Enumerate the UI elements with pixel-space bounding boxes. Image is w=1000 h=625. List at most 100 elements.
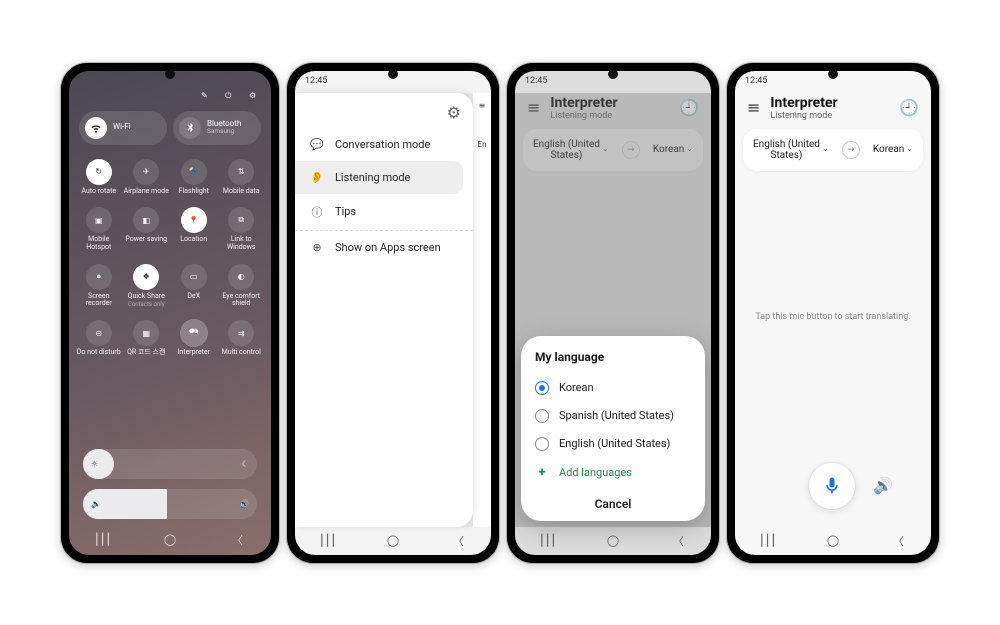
back-button[interactable]: 〈	[889, 533, 907, 549]
qs-tile-label: Flashlight	[179, 188, 209, 196]
qs-tile-power-saving[interactable]: ◧Power saving	[123, 203, 171, 255]
drawer-item-label: Tips	[335, 205, 356, 218]
edge-lang-label: En	[478, 140, 487, 149]
camera-notch	[608, 69, 618, 79]
side-drawer: ⚙ 💬Conversation mode👂Listening mode ⓘ Tips…	[295, 93, 473, 527]
language-bottom-sheet: My language KoreanSpanish (United States…	[521, 336, 705, 521]
interpreter-icon: 🗪	[181, 320, 207, 346]
drawer-item-icon: ⓘ	[309, 204, 325, 220]
drawer-item[interactable]: ⓘ Tips	[295, 194, 473, 231]
qs-tile-label: Mobile data	[223, 188, 260, 196]
recents-button[interactable]: ⎮⎮⎮	[94, 533, 112, 546]
wifi-pill[interactable]: Wi-Fi	[79, 111, 167, 145]
speaker-icon[interactable]: 🔊	[873, 476, 893, 495]
qs-tile-label: Multi control	[222, 349, 261, 357]
qs-tile-link-windows[interactable]: ⧉Link to Windows	[218, 203, 266, 255]
chevron-down-icon: ⌄	[822, 145, 829, 154]
multi-control-icon: ⇉	[228, 320, 254, 346]
camera-notch	[388, 69, 398, 79]
qs-tile-label: Eye comfort shield	[218, 293, 264, 308]
brightness-slider[interactable]: ☼ ☾	[83, 449, 257, 479]
swap-languages-button[interactable]: →	[842, 141, 860, 159]
home-button[interactable]: ◯	[384, 534, 402, 547]
qs-tile-location[interactable]: 📍Location	[170, 203, 218, 255]
moon-icon: ☾	[242, 459, 249, 468]
dex-icon: ▭	[181, 264, 207, 290]
home-button[interactable]: ◯	[824, 534, 842, 547]
back-button[interactable]: 〈	[228, 532, 246, 548]
back-button[interactable]: 〈	[449, 533, 467, 549]
hamburger-icon[interactable]: ≡	[479, 101, 486, 110]
qs-tile-eye-comfort[interactable]: ◐ Eye comfort shield	[218, 260, 266, 313]
qs-tile-quick-share[interactable]: ❖Quick ShareContacts only	[123, 260, 171, 313]
qs-tile-mobile-data[interactable]: ⇅ Mobile data	[218, 155, 266, 200]
language-option[interactable]: Korean	[535, 374, 691, 402]
qs-tile-screen-rec[interactable]: ⏺Screen recorder	[75, 260, 123, 313]
qs-tile-hotspot[interactable]: ▣Mobile Hotspot	[75, 203, 123, 255]
qs-tile-dnd[interactable]: ⊝ Do not disturb	[75, 316, 123, 361]
home-button[interactable]: ◯	[161, 533, 179, 546]
language-card: English (United States) ⌄ → Korean ⌄	[743, 129, 923, 171]
qs-tile-label: QR 코드 스캔	[127, 349, 165, 357]
translation-hint: Tap this mic button to start translating…	[743, 179, 923, 455]
recents-button[interactable]: ⎮⎮⎮	[319, 534, 337, 547]
cancel-button[interactable]: Cancel	[535, 487, 691, 513]
status-time: 12:45	[745, 76, 767, 93]
nav-bar: ⎮⎮⎮ ◯ 〈	[295, 527, 491, 555]
to-language-selector[interactable]: Korean ⌄	[873, 144, 913, 155]
mic-button[interactable]	[809, 463, 855, 509]
qs-tile-label: Do not disturb	[77, 349, 121, 357]
language-option-label: English (United States)	[559, 437, 670, 450]
wifi-icon	[85, 117, 107, 139]
power-icon[interactable]: ⏻	[225, 91, 237, 103]
drawer-item[interactable]: ⊕Show on Apps screen	[295, 231, 473, 264]
qs-tile-qr[interactable]: ▦QR 코드 스캔	[123, 316, 171, 361]
qs-tile-multi-control[interactable]: ⇉ Multi control	[218, 316, 266, 361]
drawer-item-label: Listening mode	[335, 171, 410, 184]
status-time: 12:45	[305, 76, 327, 93]
home-button[interactable]: ◯	[604, 534, 622, 547]
qs-tile-auto-rotate[interactable]: ↻ Auto rotate	[75, 155, 123, 200]
bluetooth-pill[interactable]: Bluetooth Samsung	[173, 111, 261, 145]
camera-notch	[165, 69, 175, 79]
language-option[interactable]: English (United States)	[535, 430, 691, 458]
eye-comfort-icon: ◐	[228, 264, 254, 290]
chevron-down-icon: ⌄	[906, 145, 913, 154]
drawer-item[interactable]: 👂Listening mode	[295, 161, 463, 194]
hamburger-icon[interactable]: ≡	[747, 98, 760, 117]
phone-quick-settings: ✎ ⏻ ⚙ Wi-Fi Bluetooth Samsung	[61, 63, 279, 563]
settings-gear-icon[interactable]: ⚙	[249, 91, 261, 103]
status-time: 12:45	[525, 76, 547, 93]
nav-bar: ⎮⎮⎮ ◯ 〈	[515, 527, 711, 555]
qs-tile-flashlight[interactable]: 🔦Flashlight	[170, 155, 218, 200]
quick-share-icon: ❖	[133, 264, 159, 290]
language-option-label: Spanish (United States)	[559, 409, 674, 422]
qs-tile-dex[interactable]: ▭ DeX	[170, 260, 218, 313]
recents-button[interactable]: ⎮⎮⎮	[759, 534, 777, 547]
mobile-data-icon: ⇅	[228, 159, 254, 185]
history-icon[interactable]: 🕘	[899, 98, 919, 117]
volume-slider[interactable]: 🔈 🔊	[83, 489, 257, 519]
language-option[interactable]: Spanish (United States)	[535, 402, 691, 430]
drawer-settings-icon[interactable]: ⚙	[447, 103, 461, 122]
qs-tile-interpreter[interactable]: 🗪Interpreter	[170, 316, 218, 361]
hotspot-icon: ▣	[86, 207, 112, 233]
camera-notch	[828, 69, 838, 79]
dnd-icon: ⊝	[86, 320, 112, 346]
from-language-selector[interactable]: English (United States) ⌄	[753, 139, 829, 161]
qs-tile-airplane[interactable]: ✈Airplane mode	[123, 155, 171, 200]
airplane-icon: ✈	[133, 159, 159, 185]
screen-rec-icon: ⏺	[86, 264, 112, 290]
back-button[interactable]: 〈	[669, 533, 687, 549]
qs-tile-label: Quick Share	[128, 293, 165, 301]
volume-high-icon: 🔊	[239, 499, 249, 508]
add-languages-row[interactable]: + Add languages	[535, 458, 691, 487]
recents-button[interactable]: ⎮⎮⎮	[539, 534, 557, 547]
plus-icon: +	[535, 465, 549, 480]
qs-tile-label: Auto rotate	[81, 188, 116, 196]
qs-tile-label: DeX	[187, 293, 200, 301]
drawer-item[interactable]: 💬Conversation mode	[295, 128, 473, 161]
edit-icon[interactable]: ✎	[201, 91, 213, 103]
power-saving-icon: ◧	[133, 207, 159, 233]
auto-rotate-icon: ↻	[86, 159, 112, 185]
